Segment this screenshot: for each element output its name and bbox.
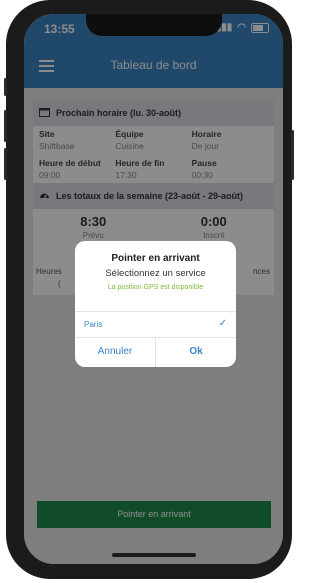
volume-up-button — [4, 110, 7, 142]
dialog-title: Pointer en arrivant — [111, 253, 200, 264]
app-screen: 13:55 ▮▮▮ ◠ Tableau de bord Prochain hor… — [24, 14, 283, 564]
gps-status: La position GPS est disponible — [107, 284, 204, 291]
dialog-subtitle: Sélectionnez un service — [105, 268, 206, 279]
mute-switch — [4, 78, 7, 96]
clock-in-dialog: Pointer en arrivant Sélectionnez un serv… — [75, 241, 236, 367]
dialog-buttons: Annuler Ok — [75, 337, 236, 367]
cancel-button[interactable]: Annuler — [75, 337, 155, 367]
power-button — [291, 130, 294, 180]
volume-down-button — [4, 148, 7, 180]
checkmark-icon: ✓ — [218, 318, 227, 329]
home-indicator[interactable] — [112, 553, 196, 557]
service-option-label: Paris — [84, 320, 103, 329]
service-option-paris[interactable]: Paris ✓ — [75, 311, 236, 338]
phone-frame: 13:55 ▮▮▮ ◠ Tableau de bord Prochain hor… — [4, 0, 294, 579]
ok-button[interactable]: Ok — [156, 337, 236, 367]
